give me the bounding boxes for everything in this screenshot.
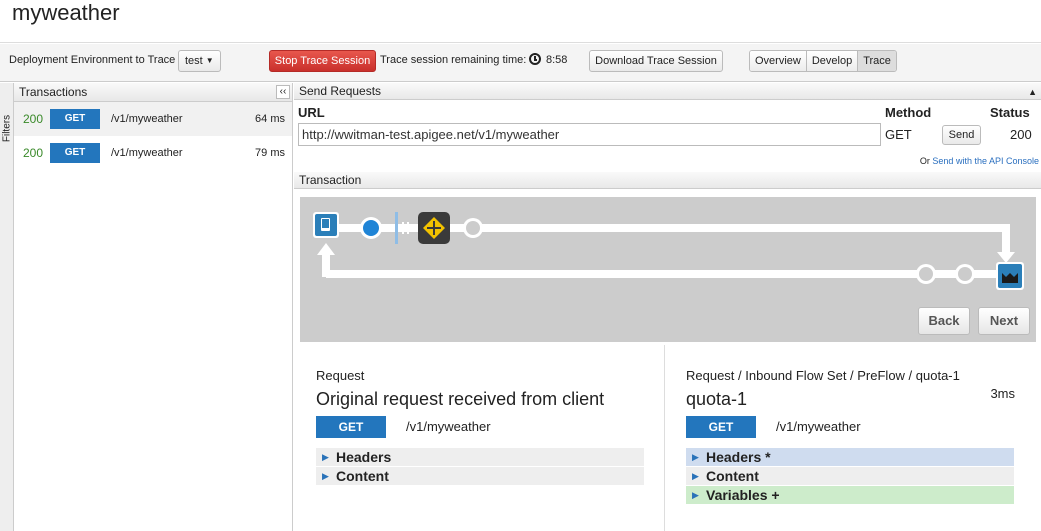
request-detail-panel: Request Original request received from c… xyxy=(294,345,665,531)
transaction-flow: Back Next xyxy=(300,197,1036,342)
target-server-icon[interactable] xyxy=(996,262,1024,290)
step-detail-panel: Request / Inbound Flow Set / PreFlow / q… xyxy=(666,345,1041,531)
clock-icon xyxy=(529,53,541,65)
flow-node-inner xyxy=(958,267,972,281)
stop-trace-button[interactable]: Stop Trace Session xyxy=(269,50,376,72)
headers-section[interactable]: ▶ Headers * xyxy=(686,448,1014,466)
expand-icon: ▶ xyxy=(692,471,699,481)
next-button[interactable]: Next xyxy=(978,307,1030,335)
env-select[interactable]: test ▼ xyxy=(178,50,221,72)
filters-toggle[interactable]: Filters xyxy=(0,83,14,531)
quota-policy-icon[interactable] xyxy=(418,212,450,244)
variables-section[interactable]: ▶ Variables + xyxy=(686,486,1014,504)
transaction-row[interactable]: 200 GET /v1/myweather 64 ms xyxy=(14,102,292,136)
detail-breadcrumb: Request / Inbound Flow Set / PreFlow / q… xyxy=(686,368,960,383)
method-label: Method xyxy=(885,105,932,120)
headers-section[interactable]: ▶ Headers xyxy=(316,448,644,466)
section-label: Content xyxy=(706,468,759,484)
section-label: Variables + xyxy=(706,487,780,503)
tab-overview[interactable]: Overview xyxy=(750,51,807,71)
url-label: URL xyxy=(298,105,325,120)
chevron-down-icon: ▼ xyxy=(205,56,214,66)
content-section[interactable]: ▶ Content xyxy=(686,467,1014,485)
detail-title: quota-1 xyxy=(686,389,748,409)
back-button[interactable]: Back xyxy=(918,307,970,335)
env-label: Deployment Environment to Trace xyxy=(9,54,176,66)
method-badge: GET xyxy=(316,416,386,438)
send-requests-header: Send Requests ▲ xyxy=(294,83,1041,100)
transaction-panel: Transaction Back Next xyxy=(294,172,1041,344)
arrow-up-icon xyxy=(317,243,335,255)
transactions-header: Transactions ‹‹ xyxy=(14,83,292,102)
transaction-status: 200 xyxy=(23,112,44,126)
expand-icon: ▶ xyxy=(322,452,329,462)
client-icon[interactable] xyxy=(313,212,339,238)
transactions-panel: Transactions ‹‹ 200 GET /v1/myweather 64… xyxy=(14,83,293,531)
section-label: Headers xyxy=(336,449,392,465)
transaction-header: Transaction xyxy=(294,172,1041,189)
send-requests-panel: Send Requests ▲ URL Method Status http:/… xyxy=(294,83,1041,171)
response-flow-line xyxy=(326,270,1006,278)
expand-icon: ▶ xyxy=(692,452,699,462)
tab-trace[interactable]: Trace xyxy=(858,51,896,71)
expand-icon: ▶ xyxy=(692,490,699,500)
env-select-value: test xyxy=(185,55,203,67)
view-tabs: Overview Develop Trace xyxy=(749,50,897,72)
api-console-link[interactable]: Send with the API Console xyxy=(932,156,1039,166)
send-requests-title: Send Requests xyxy=(299,84,382,98)
detail-url: /v1/myweather xyxy=(776,419,861,434)
section-label: Content xyxy=(336,468,389,484)
step-time: 3ms xyxy=(990,386,1015,401)
detail-url: /v1/myweather xyxy=(406,419,491,434)
collapse-up-icon[interactable]: ▲ xyxy=(1028,84,1037,100)
detail-breadcrumb: Request xyxy=(316,368,365,383)
tab-develop[interactable]: Develop xyxy=(806,51,859,71)
content-section[interactable]: ▶ Content xyxy=(316,467,644,485)
title-divider xyxy=(0,42,1041,43)
transaction-row[interactable]: 200 GET /v1/myweather 79 ms xyxy=(14,136,292,170)
flow-separator xyxy=(395,212,398,244)
flow-separator xyxy=(407,222,409,234)
remaining-label: Trace session remaining time: xyxy=(380,54,527,66)
transaction-path: /v1/myweather xyxy=(111,147,183,159)
status-label: Status xyxy=(990,105,1030,120)
flow-node-active xyxy=(363,220,379,236)
flow-node-inner xyxy=(919,267,933,281)
or-label: Or xyxy=(919,156,930,166)
method-badge: GET xyxy=(50,143,100,163)
detail-title: Original request received from client xyxy=(316,389,605,409)
console-link-row: Or Send with the API Console xyxy=(920,156,1039,166)
transaction-time: 79 ms xyxy=(255,147,285,159)
send-button[interactable]: Send xyxy=(942,125,981,145)
filters-label: Filters xyxy=(1,114,13,143)
transaction-status: 200 xyxy=(23,146,44,160)
expand-icon: ▶ xyxy=(322,471,329,481)
url-input[interactable]: http://wwitman-test.apigee.net/v1/myweat… xyxy=(298,123,881,146)
download-trace-button[interactable]: Download Trace Session xyxy=(589,50,723,72)
arrow-down-icon xyxy=(997,252,1015,263)
transactions-title: Transactions xyxy=(19,85,88,99)
transaction-path: /v1/myweather xyxy=(111,113,183,125)
flow-node-inner xyxy=(466,221,480,235)
method-value: GET xyxy=(885,127,912,142)
method-badge: GET xyxy=(50,109,100,129)
status-value: 200 xyxy=(1010,127,1032,142)
remaining-time: 8:58 xyxy=(546,54,568,66)
app-title: myweather xyxy=(12,0,120,25)
collapse-panel-button[interactable]: ‹‹ xyxy=(276,85,290,99)
method-badge: GET xyxy=(686,416,756,438)
flow-down-line xyxy=(1002,224,1010,254)
transaction-time: 64 ms xyxy=(255,113,285,125)
toolbar: Deployment Environment to Trace test ▼ St… xyxy=(0,44,1041,82)
section-label: Headers * xyxy=(706,449,771,465)
transaction-title: Transaction xyxy=(299,173,362,187)
flow-separator xyxy=(402,222,404,234)
